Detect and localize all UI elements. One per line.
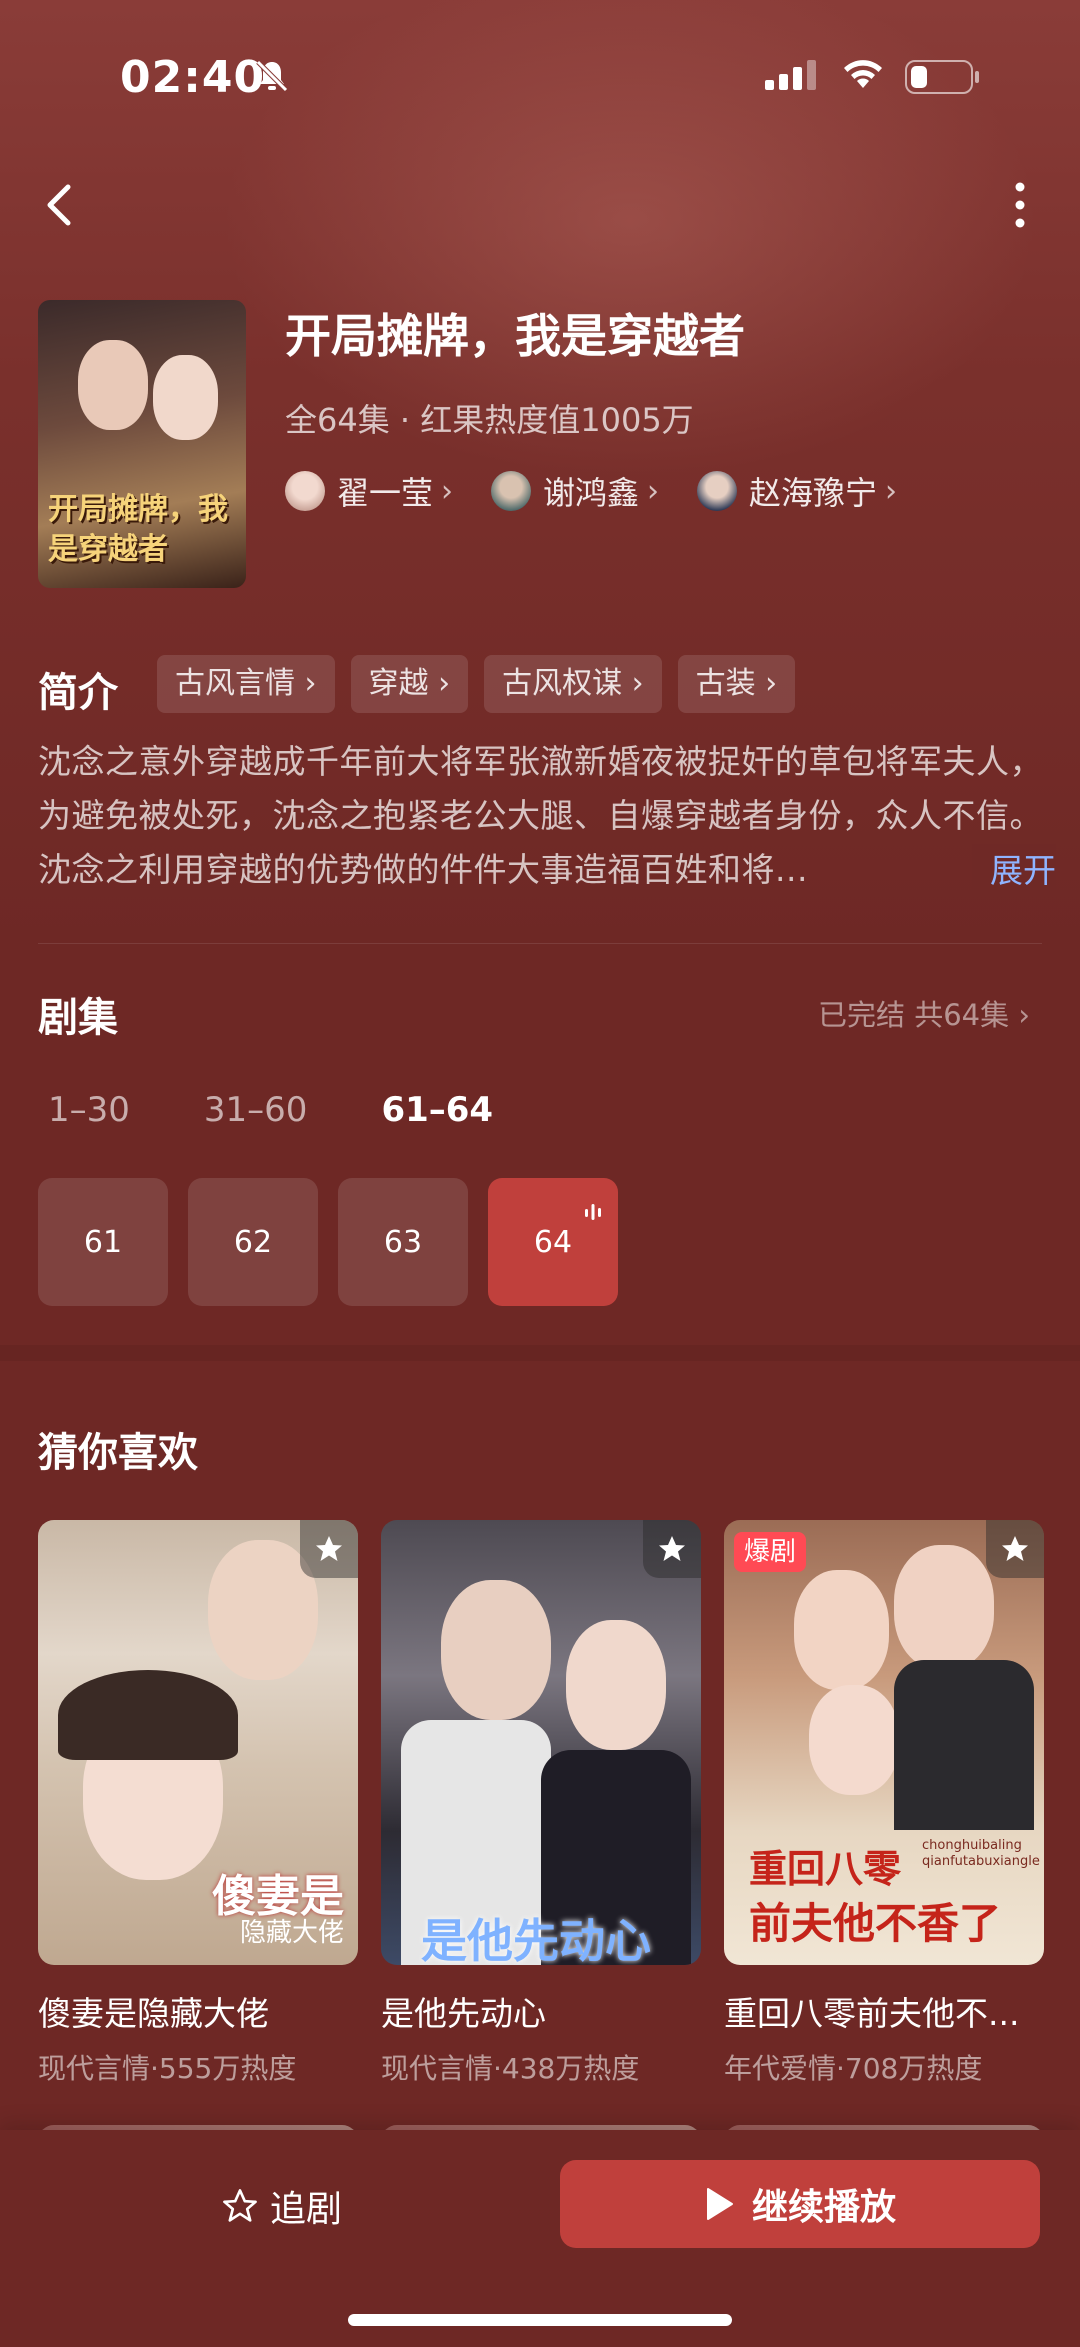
cast-name: 赵海豫宁 <box>749 474 878 512</box>
thumb-subtitle-text: chonghuibaling <box>922 1838 1022 1853</box>
card-subtitle: 现代言情·438万热度 <box>381 2052 640 2085</box>
thumb-figure <box>441 1580 551 1720</box>
avatar <box>491 471 532 511</box>
drama-title: 开局摊牌，我是穿越者 <box>285 309 745 363</box>
card-title: 傻妻是隐藏大佬 <box>38 1994 269 2033</box>
episodes-heading: 剧集 <box>38 995 118 1041</box>
thumb-title-text: 是他先动心 <box>421 1914 651 1965</box>
status-bar: 02:40 <box>0 40 1080 120</box>
tab-range-1-30[interactable]: 1–30 <box>48 1090 130 1130</box>
recommend-card[interactable]: 傻妻是 隐藏大佬 傻妻是隐藏大佬 现代言情·555万热度 <box>38 1520 358 2087</box>
episode-button[interactable]: 62 <box>188 1178 318 1306</box>
vertical-dots-icon <box>1015 182 1025 228</box>
favorite-button[interactable] <box>986 1520 1044 1578</box>
wifi-icon <box>842 58 884 94</box>
episode-button[interactable]: 61 <box>38 1178 168 1306</box>
poster-figure <box>78 340 148 430</box>
star-icon <box>659 1536 685 1561</box>
silent-bell-icon <box>254 58 290 98</box>
episode-button[interactable]: 63 <box>338 1178 468 1306</box>
follow-label: 追剧 <box>270 2189 343 2230</box>
episode-number: 64 <box>533 1224 573 1260</box>
episode-grid: 61 62 63 64 <box>38 1178 618 1306</box>
genre-tag[interactable]: 穿越 › <box>350 655 469 713</box>
section-separator <box>0 1345 1080 1361</box>
status-time: 02:40 <box>120 52 266 103</box>
back-arrow-icon <box>47 184 71 226</box>
star-outline-icon <box>223 2189 257 2222</box>
synopsis-text: 沈念之意外穿越成千年前大将军张澈新婚夜被捉奸的草包将军夫人，为避免被处死，沈念之… <box>38 742 1043 889</box>
genre-tag[interactable]: 古装 › <box>677 655 796 713</box>
thumb-figure <box>894 1545 994 1670</box>
divider <box>38 943 1042 944</box>
card-subtitle: 现代言情·555万热度 <box>38 2052 297 2085</box>
thumb-subtitle-text: qianfutabuxiangle <box>922 1854 1040 1869</box>
thumb-figure <box>794 1570 889 1690</box>
genre-tag[interactable]: 古风言情 › <box>157 655 335 713</box>
card-title: 是他先动心 <box>381 1994 546 2033</box>
thumb-title-text: 隐藏大佬 <box>239 1918 344 1948</box>
continue-play-button[interactable]: 继续播放 <box>560 2160 1040 2248</box>
battery-icon <box>905 60 981 98</box>
recommend-grid: 傻妻是 隐藏大佬 傻妻是隐藏大佬 现代言情·555万热度 是他先动心 是他先动心… <box>38 1520 1044 2087</box>
recommend-heading: 猜你喜欢 <box>38 1430 198 1476</box>
card-thumbnail: 是他先动心 <box>381 1520 701 1965</box>
hot-badge: 爆剧 <box>734 1532 807 1572</box>
drama-poster[interactable]: 开局摊牌，我是穿越者 <box>38 300 246 588</box>
episodes-status-link[interactable]: 已完结 共64集 › <box>818 992 1030 1034</box>
chevron-right-icon: › <box>441 473 454 509</box>
intro-heading: 简介 <box>38 670 118 716</box>
follow-button[interactable]: 追剧 <box>222 2180 342 2232</box>
cast-list: 翟一莹 › 谢鸿鑫 › 赵海豫宁 › <box>285 468 897 514</box>
more-options-button[interactable] <box>1000 175 1040 235</box>
genre-tags: 古风言情 › 穿越 › 古风权谋 › 古装 › <box>157 655 796 713</box>
tab-range-61-64[interactable]: 61–64 <box>381 1090 493 1130</box>
tab-range-31-60[interactable]: 31–60 <box>204 1090 308 1130</box>
genre-tag[interactable]: 古风权谋 › <box>484 655 662 713</box>
poster-figure <box>153 355 218 440</box>
card-thumbnail: chonghuibaling qianfutabuxiangle 重回八零 前夫… <box>724 1520 1044 1965</box>
avatar <box>697 471 738 511</box>
poster-title-text: 开局摊牌，我是穿越者 <box>48 492 228 567</box>
card-title: 重回八零前夫他不... <box>724 1994 1020 2033</box>
cast-name: 翟一莹 <box>337 474 434 512</box>
play-icon <box>706 2188 733 2220</box>
continue-play-label: 继续播放 <box>751 2187 896 2228</box>
recommend-card[interactable]: 是他先动心 是他先动心 现代言情·438万热度 <box>381 1520 701 2087</box>
chevron-right-icon: › <box>885 473 898 509</box>
playing-bars-icon <box>584 1194 602 1229</box>
episode-button-playing[interactable]: 64 <box>488 1178 618 1306</box>
drama-meta: 全64集 · 红果热度值1005万 <box>285 401 694 439</box>
cellular-signal-icon <box>765 60 819 94</box>
card-thumbnail: 傻妻是 隐藏大佬 <box>38 1520 358 1965</box>
thumb-title-text: 重回八零 <box>749 1847 902 1891</box>
thumb-figure <box>894 1660 1034 1830</box>
recommend-card[interactable]: chonghuibaling qianfutabuxiangle 重回八零 前夫… <box>724 1520 1044 2087</box>
thumb-title-text: 前夫他不香了 <box>749 1899 1002 1948</box>
favorite-button[interactable] <box>300 1520 358 1578</box>
avatar <box>285 471 325 511</box>
favorite-button[interactable] <box>643 1520 701 1578</box>
thumb-figure <box>566 1620 666 1750</box>
thumb-figure <box>809 1685 899 1795</box>
expand-synopsis-link[interactable]: 展开 <box>972 844 1056 892</box>
cast-member[interactable]: 谢鸿鑫 › <box>491 468 659 514</box>
back-button[interactable] <box>40 175 90 235</box>
cast-member[interactable]: 翟一莹 › <box>285 468 453 514</box>
thumb-figure <box>58 1670 238 1760</box>
cast-name: 谢鸿鑫 <box>543 474 640 512</box>
cast-member[interactable]: 赵海豫宁 › <box>697 468 897 514</box>
chevron-right-icon: › <box>647 473 660 509</box>
episode-range-tabs: 1–30 31–60 61–64 <box>48 1090 493 1130</box>
card-subtitle: 年代爱情·708万热度 <box>724 2052 983 2085</box>
star-icon <box>316 1536 342 1561</box>
star-icon <box>1002 1536 1028 1561</box>
home-indicator[interactable] <box>348 2314 732 2326</box>
